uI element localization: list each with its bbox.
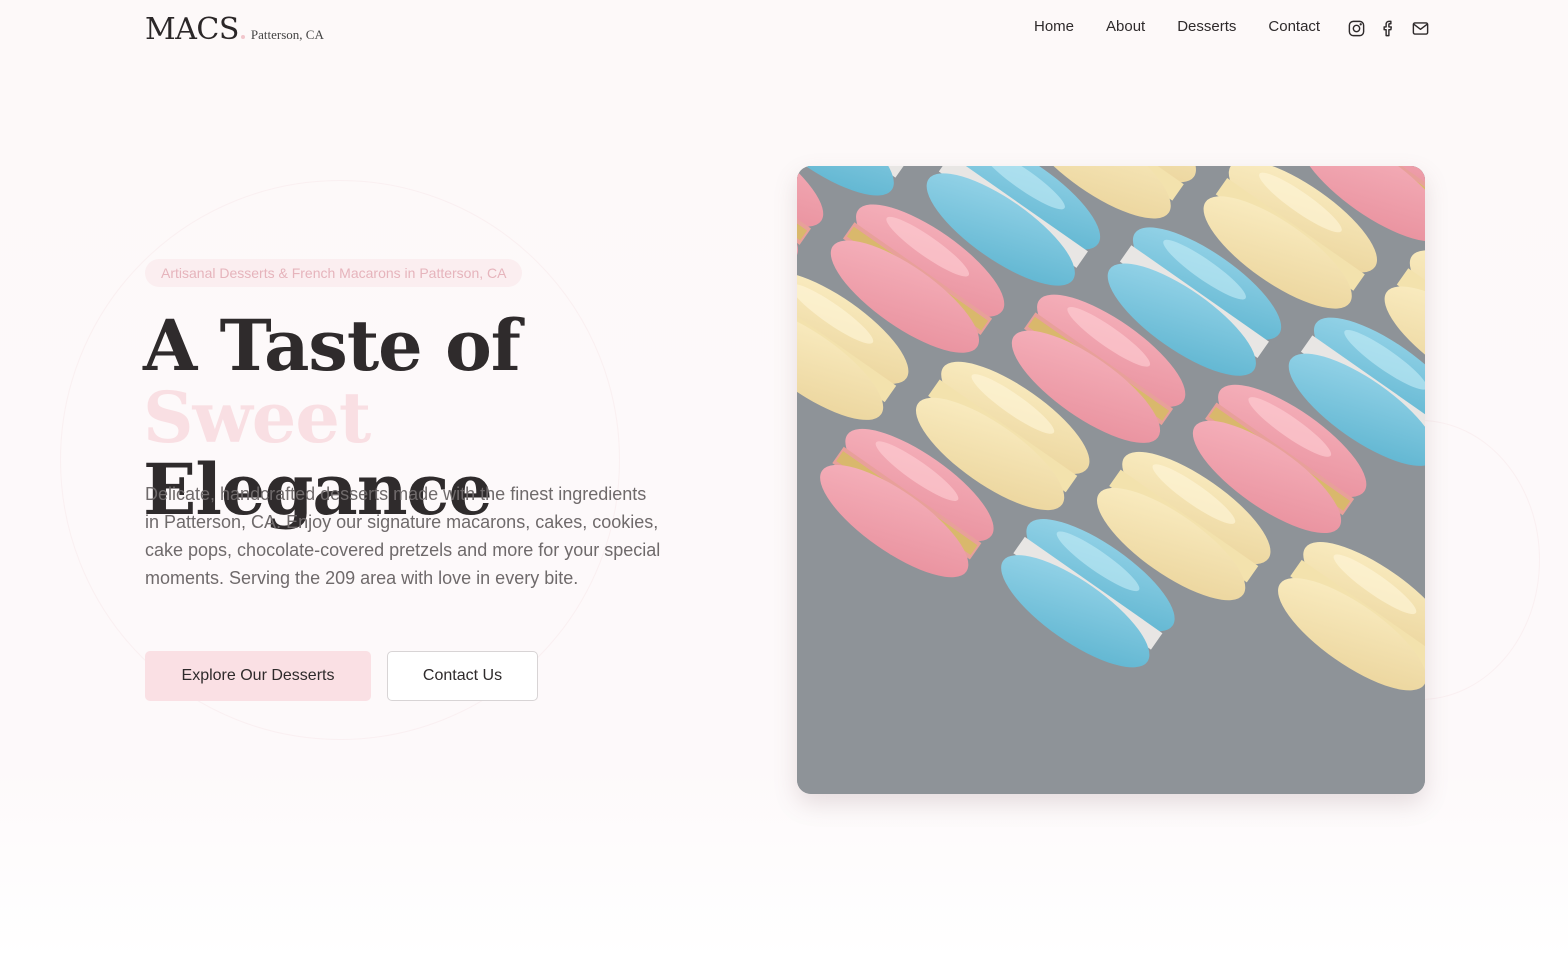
explore-desserts-button[interactable]: Explore Our Desserts	[145, 651, 371, 701]
instagram-icon[interactable]	[1346, 18, 1366, 38]
hero-macarons-image	[797, 166, 1425, 794]
hero-title-accent: Sweet	[143, 376, 371, 459]
mail-icon[interactable]	[1410, 18, 1430, 38]
nav-contact[interactable]: Contact	[1268, 18, 1320, 35]
hero-badge: Artisanal Desserts & French Macarons in …	[145, 259, 523, 287]
logo-text: MACS	[145, 12, 239, 47]
hero-description: Delicate, handcrafted desserts made with…	[145, 484, 661, 588]
nav-about[interactable]: About	[1106, 18, 1145, 35]
contact-us-button[interactable]: Contact Us	[387, 651, 538, 701]
nav-desserts[interactable]: Desserts	[1177, 18, 1236, 35]
facebook-icon[interactable]	[1378, 18, 1398, 38]
macarons-illustration	[797, 166, 1425, 794]
main-nav: Home About Desserts Contact	[1034, 18, 1352, 35]
nav-home[interactable]: Home	[1034, 18, 1074, 35]
hero-title-line1: A Taste of	[143, 304, 521, 387]
logo-dot	[240, 35, 245, 39]
social-links	[1346, 18, 1430, 38]
site-header: MACS Patterson, CA Home About Desserts C…	[0, 0, 1568, 58]
page: MACS Patterson, CA Home About Desserts C…	[0, 0, 1568, 960]
logo-location: Patterson, CA	[250, 27, 324, 42]
logo[interactable]: MACS Patterson, CA	[145, 12, 324, 47]
